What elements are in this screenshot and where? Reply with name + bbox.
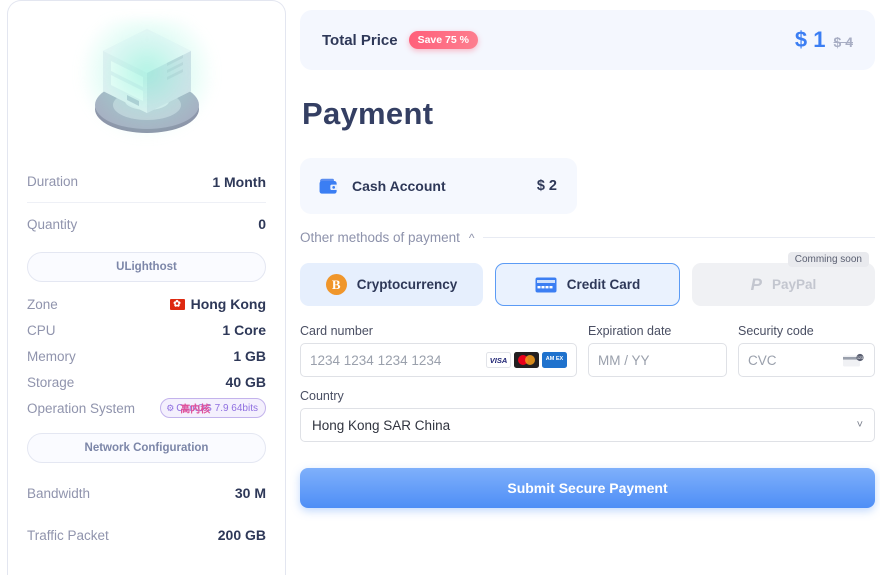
credit-card-icon <box>535 277 557 292</box>
visa-icon: VISA <box>486 352 511 368</box>
total-price-left: Total Price Save 75 % <box>322 31 478 49</box>
order-summary-sidebar: Duration 1 Month Quantity 0 ULighthost Z… <box>7 0 286 575</box>
expiration-placeholder: MM / YY <box>598 352 650 368</box>
server-illustration <box>27 1 266 161</box>
method-label: Cryptocurrency <box>356 277 458 292</box>
spec-row-os: Operation System ⚙ CentOS 7.9 64bits 高内核 <box>27 395 266 421</box>
payment-methods-group: B Cryptocurrency Credit Card P PayPal Co… <box>300 252 875 306</box>
spec-label: Memory <box>27 348 76 364</box>
card-brand-icons: VISA AM EX <box>486 352 567 368</box>
page-title: Payment <box>302 96 434 131</box>
cash-account-name: Cash Account <box>352 178 446 194</box>
security-code-group: Security code CVC 123 <box>738 324 875 377</box>
card-number-placeholder: 1234 1234 1234 1234 <box>310 352 442 368</box>
divider <box>483 237 875 238</box>
spec-row-memory: Memory 1 GB <box>27 343 266 369</box>
paypal-icon: P <box>750 274 763 294</box>
spec-label: Duration <box>27 174 79 189</box>
gear-icon: ⚙ <box>166 402 175 413</box>
cash-account-amount: $ 2 <box>536 178 557 194</box>
spec-label: Traffic Packet <box>27 527 109 543</box>
cvc-card-icon: 123 <box>843 353 864 366</box>
spec-row-storage: Storage 40 GB <box>27 369 266 395</box>
coming-soon-tooltip: Comming soon <box>787 252 869 267</box>
spec-row-duration: Duration 1 Month <box>27 161 266 203</box>
submit-payment-button[interactable]: Submit Secure Payment <box>300 468 875 508</box>
os-badge: ⚙ CentOS 7.9 64bits 高内核 <box>160 398 266 418</box>
wallet-icon <box>319 178 338 194</box>
spec-row-quantity: Quantity 0 <box>27 203 266 245</box>
chevron-up-icon: ^ <box>468 230 475 245</box>
expiration-group: Expiration date MM / YY <box>588 324 727 377</box>
card-form: Card number 1234 1234 1234 1234 VISA AM … <box>300 324 875 508</box>
spec-value: 1 GB <box>233 348 266 364</box>
country-select[interactable]: Hong Kong SAR China ˅ <box>300 408 875 442</box>
spec-row-traffic: Traffic Packet 200 GB <box>27 514 266 556</box>
bitcoin-icon: B <box>325 274 347 295</box>
os-badge-overlay: 高内核 <box>180 404 211 416</box>
card-number-label: Card number <box>300 324 373 338</box>
cash-account-option[interactable]: Cash Account $ 2 <box>300 158 577 214</box>
save-badge: Save 75 % <box>408 31 478 49</box>
expiration-label: Expiration date <box>588 324 672 338</box>
amex-icon: AM EX <box>542 352 567 368</box>
country-label: Country <box>300 389 344 403</box>
chevron-down-icon: ˅ <box>856 419 863 431</box>
security-code-input[interactable]: CVC 123 <box>738 343 875 377</box>
svg-text:123: 123 <box>857 356 863 360</box>
expiration-input[interactable]: MM / YY <box>588 343 727 377</box>
spec-row-cpu: CPU 1 Core <box>27 317 266 343</box>
spec-value: 40 GB <box>225 374 266 390</box>
total-price-bar: Total Price Save 75 % $ 1 $ 4 <box>300 10 875 70</box>
spec-value: 0 <box>258 216 266 232</box>
method-paypal: P PayPal Comming soon <box>692 252 875 306</box>
spec-value: 200 GB <box>217 527 266 543</box>
security-code-label: Security code <box>738 324 814 338</box>
spec-label: Operation System <box>27 400 136 416</box>
spec-value: Hong Kong <box>169 296 266 312</box>
country-group: Country Hong Kong SAR China ˅ <box>300 389 875 442</box>
other-methods-toggle[interactable]: Other methods of payment ^ <box>300 230 875 245</box>
checkout-page: Duration 1 Month Quantity 0 ULighthost Z… <box>0 0 880 575</box>
total-price-label: Total Price <box>322 31 398 49</box>
price-original: $ 4 <box>833 34 853 50</box>
zone-name: Hong Kong <box>190 296 266 312</box>
card-fields-row: Card number 1234 1234 1234 1234 VISA AM … <box>300 324 875 377</box>
card-number-group: Card number 1234 1234 1234 1234 VISA AM … <box>300 324 577 377</box>
spec-row-zone: Zone Hong Kong <box>27 291 266 317</box>
hong-kong-flag-icon <box>169 298 185 310</box>
network-configuration-button[interactable]: Network Configuration <box>27 433 266 463</box>
spec-value: 30 M <box>234 485 266 501</box>
price-current: $ 1 <box>794 27 826 52</box>
security-code-placeholder: CVC <box>748 352 777 368</box>
total-price-right: $ 1 $ 4 <box>795 27 853 53</box>
spec-label: Storage <box>27 374 75 390</box>
spec-label: Zone <box>27 296 58 312</box>
method-credit-card[interactable]: Credit Card <box>495 263 680 306</box>
spec-label: CPU <box>27 322 56 338</box>
method-label: PayPal <box>772 277 817 292</box>
illustration-glow <box>78 19 215 139</box>
country-value: Hong Kong SAR China <box>312 417 451 433</box>
provider-button[interactable]: ULighthost <box>27 252 266 282</box>
spec-label: Quantity <box>27 216 78 232</box>
spec-value: 1 Month <box>212 173 266 190</box>
spec-label: Bandwidth <box>27 485 91 501</box>
method-cryptocurrency[interactable]: B Cryptocurrency <box>300 263 483 306</box>
spec-row-bandwidth: Bandwidth 30 M <box>27 472 266 514</box>
other-methods-label: Other methods of payment <box>300 230 460 245</box>
card-number-input[interactable]: 1234 1234 1234 1234 VISA AM EX <box>300 343 577 377</box>
payment-panel: Total Price Save 75 % $ 1 $ 4 Payment Ca… <box>286 0 880 575</box>
spec-value: 1 Core <box>222 322 266 338</box>
mastercard-icon <box>514 352 539 368</box>
method-label: Credit Card <box>566 277 641 292</box>
